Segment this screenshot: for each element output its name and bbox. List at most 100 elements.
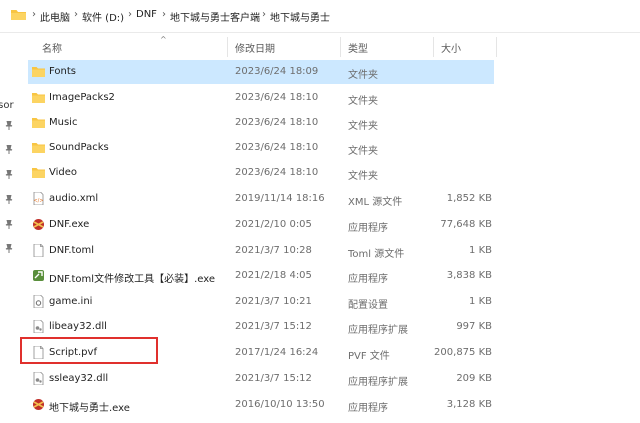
file-size: 1,852 KB — [447, 193, 492, 204]
pin-icon — [5, 170, 13, 179]
file-row-imagepacks2[interactable]: ImagePacks2 2023/6/24 18:10 文件夹 — [28, 86, 494, 110]
nav-item-label[interactable]: rsor — [0, 100, 14, 111]
file-type: 应用程序扩展 — [348, 373, 408, 388]
chevron-right-icon: › — [262, 9, 266, 20]
tool-app-icon — [32, 269, 45, 282]
file-size: 209 KB — [456, 373, 492, 384]
xml-file-icon: </> — [32, 192, 45, 205]
file-date: 2021/2/10 0:05 — [235, 219, 312, 230]
dnf-app-icon — [32, 398, 45, 411]
file-size: 200,875 KB — [434, 347, 492, 358]
file-type: 应用程序 — [348, 270, 388, 285]
file-name: Fonts — [49, 66, 76, 77]
breadcrumb-this-pc[interactable]: 此电脑 — [40, 9, 70, 24]
file-type: 应用程序扩展 — [348, 321, 408, 336]
address-bar[interactable]: › 此电脑 › 软件 (D:) › DNF › 地下城与勇士客户端 › 地下城与… — [0, 0, 640, 33]
folder-icon — [32, 166, 45, 179]
column-divider[interactable] — [433, 37, 434, 57]
file-date: 2019/11/14 18:16 — [235, 193, 325, 204]
ini-file-icon — [32, 295, 45, 308]
column-divider[interactable] — [340, 37, 341, 57]
file-type: 文件夹 — [348, 66, 378, 81]
file-name: DNF.toml文件修改工具【必装】.exe — [49, 270, 215, 285]
file-row-audio-xml[interactable]: </> audio.xml 2019/11/14 18:16 XML 源文件 1… — [28, 187, 494, 211]
file-row-toml-tool-exe[interactable]: DNF.toml文件修改工具【必装】.exe 2021/2/18 4:05 应用… — [28, 264, 494, 288]
column-type[interactable]: 类型 — [348, 40, 368, 55]
file-type: Toml 源文件 — [348, 245, 404, 260]
chevron-right-icon: › — [74, 9, 78, 20]
file-row-dnf-toml[interactable]: DNF.toml 2021/3/7 10:28 Toml 源文件 1 KB — [28, 239, 494, 263]
breadcrumb-client[interactable]: 地下城与勇士客户端 — [170, 9, 260, 24]
pin-icon — [5, 220, 13, 229]
file-type: 配置设置 — [348, 296, 388, 311]
file-type: 文件夹 — [348, 167, 378, 182]
chevron-right-icon: › — [162, 9, 166, 20]
file-type: 应用程序 — [348, 219, 388, 234]
folder-icon — [32, 65, 45, 78]
breadcrumb-drive-d[interactable]: 软件 (D:) — [82, 9, 124, 24]
file-row-game-ini[interactable]: game.ini 2021/3/7 10:21 配置设置 1 KB — [28, 290, 494, 314]
column-date[interactable]: 修改日期 — [235, 40, 275, 55]
file-icon — [32, 244, 45, 257]
file-name: game.ini — [49, 296, 92, 307]
file-name: SoundPacks — [49, 142, 109, 153]
navigation-pane[interactable]: rsor — [0, 33, 18, 423]
file-type: 文件夹 — [348, 92, 378, 107]
file-name: DNF.toml — [49, 245, 94, 256]
file-row-dnf-chinese-exe[interactable]: 地下城与勇士.exe 2016/10/10 13:50 应用程序 3,128 K… — [28, 393, 494, 417]
file-type: 文件夹 — [348, 142, 378, 157]
file-row-music[interactable]: Music 2023/6/24 18:10 文件夹 — [28, 111, 494, 135]
file-date: 2023/6/24 18:09 — [235, 66, 318, 77]
pin-icon — [5, 244, 13, 253]
file-row-video[interactable]: Video 2023/6/24 18:10 文件夹 — [28, 161, 494, 185]
file-name: Video — [49, 167, 77, 178]
file-size: 1 KB — [469, 245, 492, 256]
column-divider[interactable] — [496, 37, 497, 57]
file-date: 2021/2/18 4:05 — [235, 270, 312, 281]
pin-icon — [5, 121, 13, 130]
file-date: 2023/6/24 18:10 — [235, 142, 318, 153]
file-date: 2016/10/10 13:50 — [235, 399, 325, 410]
breadcrumb-current[interactable]: 地下城与勇士 — [270, 9, 330, 24]
pin-icon — [5, 195, 13, 204]
svg-text:</>: </> — [33, 198, 43, 204]
file-date: 2021/3/7 15:12 — [235, 321, 312, 332]
file-row-fonts[interactable]: Fonts 2023/6/24 18:09 文件夹 — [28, 60, 494, 84]
folder-icon — [32, 91, 45, 104]
breadcrumb-dnf[interactable]: DNF — [136, 9, 157, 20]
file-row-libeay32-dll[interactable]: libeay32.dll 2021/3/7 15:12 应用程序扩展 997 K… — [28, 315, 494, 339]
file-date: 2023/6/24 18:10 — [235, 167, 318, 178]
column-divider[interactable] — [227, 37, 228, 57]
file-date: 2023/6/24 18:10 — [235, 117, 318, 128]
file-name: Music — [49, 117, 77, 128]
file-row-ssleay32-dll[interactable]: ssleay32.dll 2021/3/7 15:12 应用程序扩展 209 K… — [28, 367, 494, 391]
chevron-right-icon: › — [32, 9, 36, 20]
file-size: 3,838 KB — [447, 270, 492, 281]
column-size[interactable]: 大小 — [441, 40, 461, 55]
pin-icon — [5, 145, 13, 154]
column-name[interactable]: 名称 — [42, 40, 62, 55]
file-size: 997 KB — [456, 321, 492, 332]
file-name: 地下城与勇士.exe — [49, 399, 130, 414]
file-type: XML 源文件 — [348, 193, 402, 208]
file-size: 77,648 KB — [440, 219, 492, 230]
file-row-soundpacks[interactable]: SoundPacks 2023/6/24 18:10 文件夹 — [28, 136, 494, 160]
file-name: audio.xml — [49, 193, 98, 204]
dnf-app-icon — [32, 218, 45, 231]
file-date: 2017/1/24 16:24 — [235, 347, 318, 358]
dll-file-icon — [32, 320, 45, 333]
file-date: 2021/3/7 10:21 — [235, 296, 312, 307]
sort-ascending-icon: ^ — [160, 35, 167, 44]
folder-icon — [11, 9, 26, 21]
file-type: PVF 文件 — [348, 347, 390, 362]
dll-file-icon — [32, 372, 45, 385]
file-date: 2021/3/7 10:28 — [235, 245, 312, 256]
folder-icon — [32, 141, 45, 154]
highlight-annotation-box — [20, 337, 158, 364]
file-size: 3,128 KB — [447, 399, 492, 410]
file-size: 1 KB — [469, 296, 492, 307]
column-header: ^ 名称 修改日期 类型 大小 — [28, 37, 640, 57]
file-type: 应用程序 — [348, 399, 388, 414]
file-row-dnf-exe[interactable]: DNF.exe 2021/2/10 0:05 应用程序 77,648 KB — [28, 213, 494, 237]
file-name: libeay32.dll — [49, 321, 107, 332]
